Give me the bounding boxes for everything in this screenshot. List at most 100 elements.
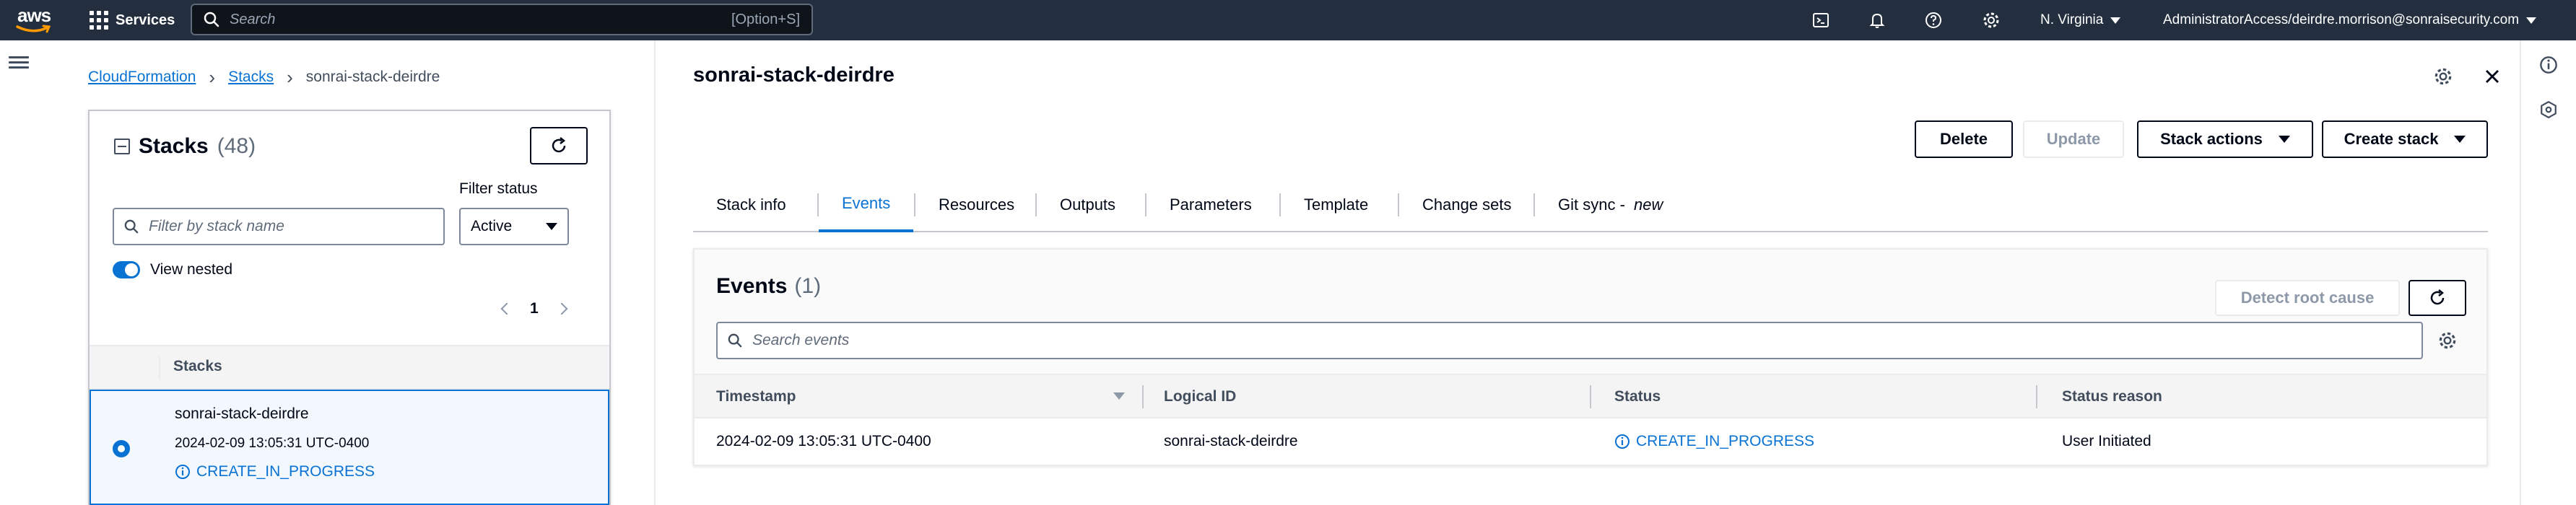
services-label: Services bbox=[116, 12, 175, 28]
create-stack-button[interactable]: Create stack bbox=[2322, 120, 2488, 158]
chevron-right-icon[interactable] bbox=[555, 302, 568, 315]
column-header-logical-id[interactable]: Logical ID bbox=[1164, 388, 1236, 405]
stacks-refresh-button[interactable] bbox=[530, 127, 588, 164]
column-divider[interactable] bbox=[2036, 385, 2037, 408]
search-icon bbox=[728, 333, 742, 348]
global-search-input[interactable] bbox=[230, 11, 731, 28]
menu-icon[interactable] bbox=[9, 53, 29, 74]
tab-template[interactable]: Template bbox=[1281, 177, 1391, 232]
stack-name: sonrai-stack-deirdre bbox=[175, 405, 309, 422]
aws-smile-icon bbox=[16, 25, 51, 33]
events-refresh-button[interactable] bbox=[2409, 280, 2466, 316]
filter-status-label: Filter status bbox=[459, 180, 538, 197]
delete-button[interactable]: Delete bbox=[1915, 120, 2013, 158]
caret-down-icon bbox=[2278, 136, 2290, 143]
collapse-icon[interactable] bbox=[114, 139, 130, 154]
page-number[interactable]: 1 bbox=[530, 300, 539, 317]
services-menu-button[interactable]: Services bbox=[90, 7, 175, 33]
stacks-column-header[interactable]: Stacks bbox=[173, 358, 222, 375]
column-divider[interactable] bbox=[1142, 385, 1144, 408]
close-button[interactable] bbox=[2479, 63, 2505, 89]
stack-detail-tabs: Stack info Events Resources Outputs Para… bbox=[693, 177, 2488, 232]
tab-stack-info[interactable]: Stack info bbox=[693, 177, 809, 232]
update-button[interactable]: Update bbox=[2023, 120, 2124, 158]
table-row[interactable]: sonrai-stack-deirdre 2024-02-09 13:05:31… bbox=[90, 390, 609, 505]
column-header-status[interactable]: Status bbox=[1614, 388, 1661, 405]
settings-button[interactable] bbox=[1978, 7, 2004, 33]
caret-down-icon bbox=[2454, 136, 2466, 143]
breadcrumb-cloudformation[interactable]: CloudFormation bbox=[88, 69, 196, 86]
tab-events[interactable]: Events bbox=[819, 177, 914, 232]
tab-label: Change sets bbox=[1422, 196, 1512, 214]
event-status-label: CREATE_IN_PROGRESS bbox=[1636, 433, 1815, 449]
events-header: Events (1) bbox=[716, 274, 821, 299]
sort-descending-icon[interactable] bbox=[1113, 392, 1125, 400]
tab-label: Outputs bbox=[1060, 196, 1116, 214]
column-divider[interactable] bbox=[1590, 385, 1591, 408]
cloudshell-icon bbox=[1813, 13, 1829, 27]
tab-git-sync[interactable]: Git sync - new bbox=[1535, 177, 1686, 232]
caret-down-icon bbox=[2526, 17, 2537, 24]
stack-status: CREATE_IN_PROGRESS bbox=[175, 463, 375, 480]
tab-resources[interactable]: Resources bbox=[915, 177, 1037, 232]
events-title: Events bbox=[716, 274, 788, 298]
caret-down-icon bbox=[2110, 17, 2121, 24]
hexagon-icon bbox=[2541, 100, 2557, 119]
global-search[interactable]: [Option+S] bbox=[191, 4, 813, 35]
stack-name-filter[interactable] bbox=[113, 208, 445, 245]
column-header-status-reason[interactable]: Status reason bbox=[2062, 388, 2162, 405]
region-selector[interactable]: N. Virginia bbox=[2040, 9, 2121, 32]
notifications-button[interactable] bbox=[1864, 7, 1890, 33]
view-nested-label: View nested bbox=[150, 261, 233, 278]
tab-parameters[interactable]: Parameters bbox=[1146, 177, 1275, 232]
applications-panel-button[interactable] bbox=[2536, 97, 2562, 123]
stacks-count: (48) bbox=[217, 134, 256, 158]
events-panel: Events (1) Detect root cause Timestamp L… bbox=[693, 248, 2488, 466]
create-stack-label: Create stack bbox=[2344, 130, 2439, 148]
tab-label: Parameters bbox=[1170, 196, 1252, 214]
search-icon bbox=[204, 12, 219, 27]
top-navigation: aws Services [Option+S] bbox=[0, 0, 2576, 40]
search-shortcut-hint: [Option+S] bbox=[731, 11, 800, 27]
aws-logo[interactable]: aws bbox=[16, 4, 55, 36]
gear-icon bbox=[2434, 68, 2452, 85]
table-preferences-button[interactable] bbox=[2434, 328, 2460, 354]
account-menu[interactable]: AdministratorAccess/deirdre.morrison@son… bbox=[2163, 9, 2537, 32]
help-button[interactable] bbox=[1920, 7, 1946, 33]
chevron-left-icon[interactable] bbox=[500, 302, 513, 315]
stack-name-filter-input[interactable] bbox=[149, 218, 433, 235]
tab-new-badge: new bbox=[1634, 196, 1663, 214]
event-status: CREATE_IN_PROGRESS bbox=[1614, 433, 1814, 450]
region-label: N. Virginia bbox=[2040, 12, 2104, 27]
tab-outputs[interactable]: Outputs bbox=[1037, 177, 1139, 232]
breadcrumb-current: sonrai-stack-deirdre bbox=[305, 69, 440, 85]
preferences-button[interactable] bbox=[2430, 63, 2456, 89]
stack-actions-button[interactable]: Stack actions bbox=[2137, 120, 2313, 158]
table-row: 2024-02-09 13:05:31 UTC-0400 sonrai-stac… bbox=[695, 418, 2486, 465]
cloudshell-button[interactable] bbox=[1808, 7, 1834, 33]
filter-status-value: Active bbox=[471, 218, 513, 234]
right-tools-rail bbox=[2520, 40, 2576, 505]
stack-status-label: CREATE_IN_PROGRESS bbox=[196, 463, 375, 480]
row-radio-selected[interactable] bbox=[113, 440, 130, 457]
stacks-header: Stacks (48) bbox=[114, 134, 256, 159]
pagination: 1 bbox=[500, 300, 568, 317]
tab-label: Stack info bbox=[716, 196, 786, 214]
events-search-input[interactable] bbox=[752, 332, 2411, 349]
tab-change-sets[interactable]: Change sets bbox=[1399, 177, 1535, 232]
detect-root-cause-button[interactable]: Detect root cause bbox=[2215, 280, 2400, 316]
info-panel-button[interactable] bbox=[2536, 52, 2562, 78]
chevron-right-icon: › bbox=[209, 66, 216, 88]
stack-timestamp: 2024-02-09 13:05:31 UTC-0400 bbox=[175, 436, 370, 451]
events-search[interactable] bbox=[716, 322, 2423, 359]
view-nested-toggle[interactable] bbox=[113, 261, 140, 278]
info-icon bbox=[2540, 56, 2557, 74]
filter-status-select[interactable]: Active bbox=[459, 208, 569, 245]
column-divider bbox=[159, 356, 160, 379]
tab-label: Git sync - bbox=[1558, 196, 1630, 214]
help-icon bbox=[1926, 12, 1941, 28]
breadcrumb-stacks[interactable]: Stacks bbox=[228, 69, 274, 86]
column-header-timestamp[interactable]: Timestamp bbox=[716, 388, 796, 405]
split-panel-divider[interactable] bbox=[654, 40, 656, 505]
events-table-header: Timestamp Logical ID Status Status reaso… bbox=[695, 374, 2486, 418]
